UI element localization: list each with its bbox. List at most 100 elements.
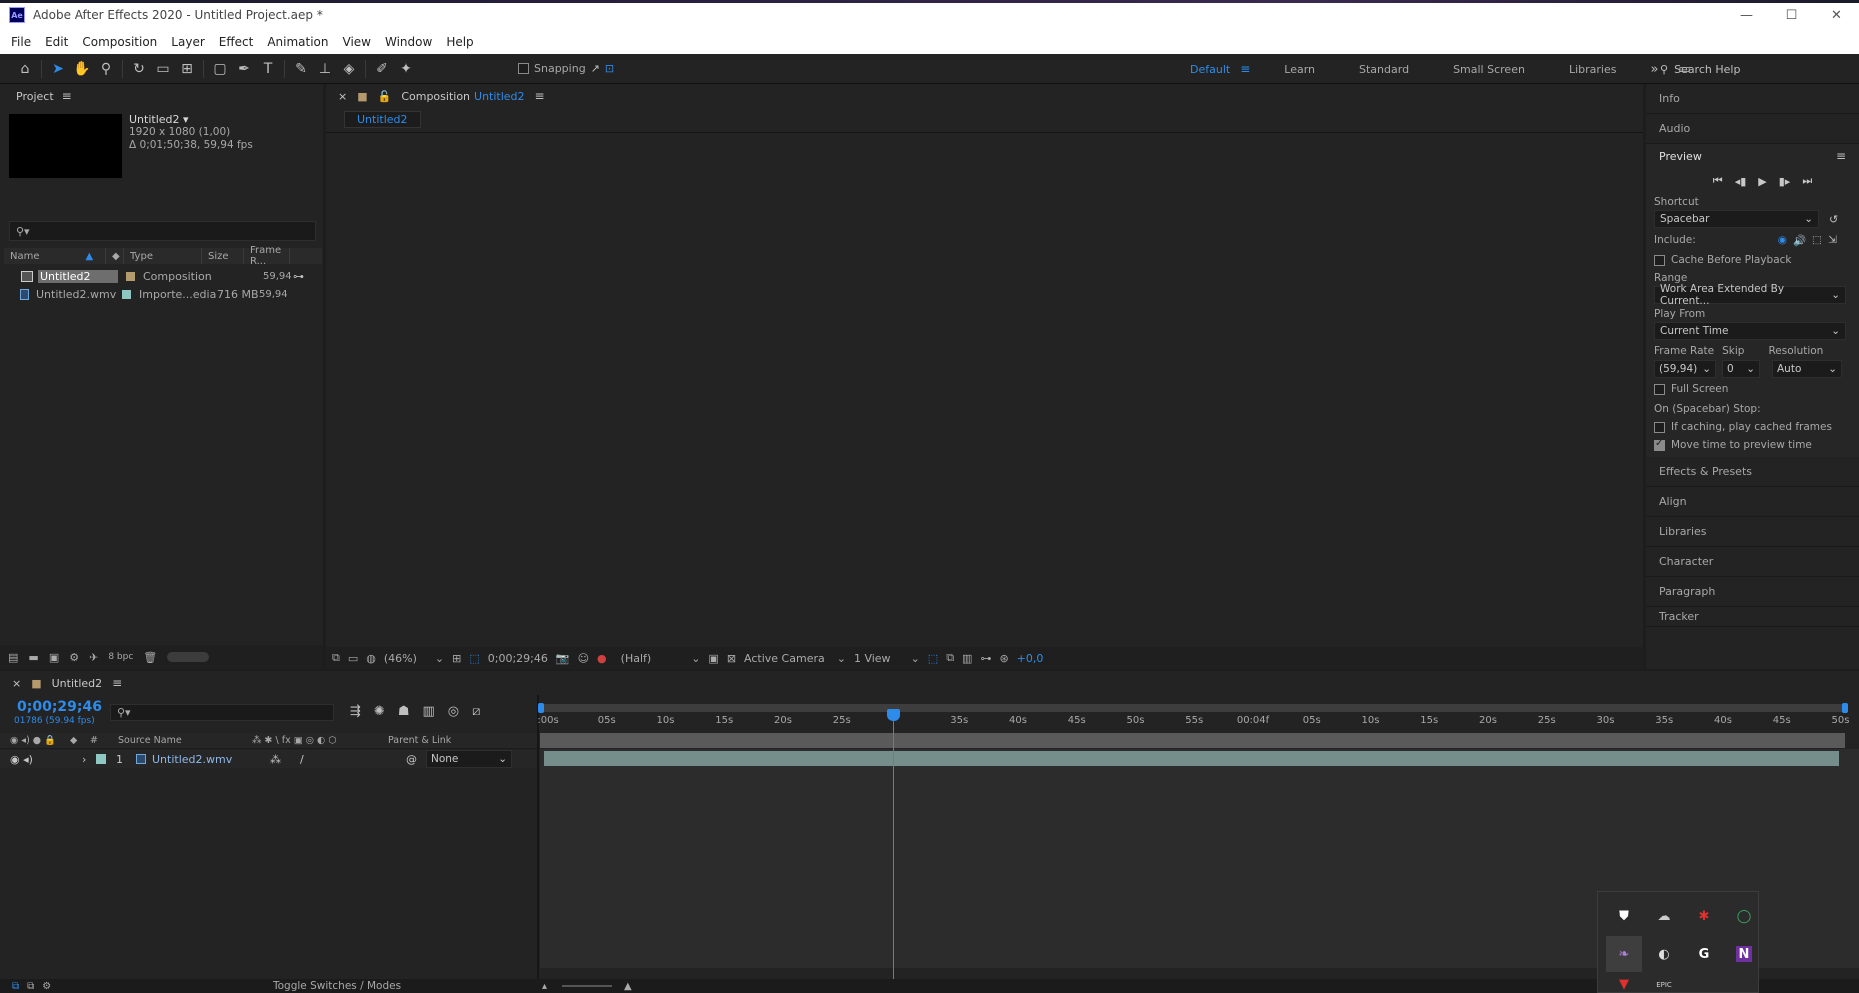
snapping-checkbox[interactable] (518, 63, 529, 74)
current-time-display[interactable]: 0;00;29;46 (17, 699, 102, 715)
rotate-tool-icon[interactable]: ↻ (127, 57, 151, 81)
libraries-tab[interactable]: Libraries (1646, 517, 1859, 547)
display-icon[interactable]: ▭ (348, 652, 358, 665)
project-item-name[interactable]: Untitled2 ▾ (129, 113, 253, 126)
label-swatch[interactable] (122, 289, 131, 299)
layer-name[interactable]: Untitled2.wmv (152, 753, 270, 766)
shortcut-dropdown[interactable]: Spacebar ⌄ (1654, 210, 1819, 228)
exposure-value[interactable]: +0,0 (1017, 652, 1044, 665)
playhead-line[interactable] (893, 715, 894, 993)
cache-before-playback-checkbox[interactable] (1654, 254, 1665, 266)
lock-icon[interactable]: 🔓 (378, 90, 392, 103)
paragraph-tab[interactable]: Paragraph (1646, 577, 1859, 607)
column-frame-rate[interactable]: Frame R... (244, 245, 290, 267)
menu-window[interactable]: Window (378, 35, 439, 49)
home-icon[interactable]: ⌂ (13, 57, 37, 81)
eraser-tool-icon[interactable]: ◈ (337, 57, 361, 81)
graph-editor-icon[interactable]: ⧄ (472, 704, 480, 719)
workspace-small-screen[interactable]: Small Screen (1433, 63, 1549, 76)
pan-behind-tool-icon[interactable]: ⊞ (175, 57, 199, 81)
composition-viewer[interactable] (326, 132, 1643, 644)
clone-stamp-tool-icon[interactable]: ⊥ (313, 57, 337, 81)
timeline-search-input[interactable]: ⚲▾ (110, 704, 334, 721)
navigator-end-handle[interactable] (1842, 703, 1848, 713)
menu-view[interactable]: View (336, 35, 378, 49)
label-column-icon[interactable]: ◆ (106, 248, 124, 264)
timeline-divider[interactable] (537, 695, 539, 993)
search-help-field[interactable]: ⚲ Search Help (1660, 58, 1859, 80)
time-navigator[interactable] (540, 704, 1845, 712)
panel-menu-icon[interactable]: ≡ (1836, 149, 1846, 163)
include-overlays-icon[interactable]: ⬚ (1812, 234, 1822, 246)
feather-icon[interactable]: ❧ (1606, 936, 1642, 972)
workspace-menu-icon[interactable]: ≡ (1240, 62, 1250, 76)
skip-dropdown[interactable]: 0 ⌄ (1722, 360, 1760, 378)
red-bug-icon[interactable]: ✱ (1694, 906, 1714, 926)
cloud-off-icon[interactable]: ☁ (1654, 906, 1674, 926)
preview-title[interactable]: Preview (1659, 150, 1702, 163)
label-column-icon[interactable]: ◆ (70, 735, 90, 746)
new-folder-icon[interactable]: ▬ (28, 651, 38, 664)
pick-whip-icon[interactable]: @ (406, 753, 426, 766)
new-composition-icon[interactable]: ▣ (49, 651, 59, 664)
panel-menu-icon[interactable]: ≡ (62, 89, 72, 103)
interpret-footage-icon[interactable]: ▤ (8, 651, 18, 664)
adjust-project-settings-icon[interactable]: ⚙ (69, 651, 79, 664)
transfer-controls-icon[interactable]: ⧉ (27, 981, 34, 992)
color-channels-icon[interactable]: ● (597, 652, 607, 665)
toggle-switches-modes-button[interactable]: Toggle Switches / Modes (273, 979, 401, 993)
maximize-button[interactable]: ☐ (1769, 0, 1814, 30)
if-caching-checkbox[interactable] (1654, 421, 1665, 433)
epic-icon[interactable]: EPIC (1654, 978, 1674, 992)
menu-animation[interactable]: Animation (260, 35, 335, 49)
reset-icon[interactable]: ↺ (1829, 213, 1838, 226)
column-name[interactable]: Name ▲ (4, 248, 106, 264)
toggle-pixel-aspect-icon[interactable]: ⬚ (928, 652, 938, 665)
current-time-display[interactable]: 0;00;29;46 (488, 652, 548, 665)
green-circle-icon[interactable]: ◯ (1734, 906, 1754, 926)
first-frame-icon[interactable]: ⏮ (1713, 174, 1723, 188)
region-of-interest-icon[interactable]: ▣ (708, 652, 718, 665)
flowchart-icon[interactable]: ⊶ (293, 270, 304, 283)
fit-icon[interactable]: ⊞ (452, 652, 461, 665)
align-tab[interactable]: Align (1646, 487, 1859, 517)
camera-tool-icon[interactable]: ▭ (151, 57, 175, 81)
play-icon[interactable]: ▶ (1758, 175, 1766, 188)
workspace-standard[interactable]: Standard (1339, 63, 1433, 76)
panel-menu-icon[interactable]: ≡ (535, 89, 545, 103)
motion-blur-icon[interactable]: ◎ (448, 704, 459, 719)
menu-file[interactable]: File (4, 35, 38, 49)
brush-tool-icon[interactable]: ✎ (289, 57, 313, 81)
expand-arrow-icon[interactable]: › (82, 753, 92, 766)
column-source-name[interactable]: Source Name (118, 735, 252, 746)
show-snapshot-icon[interactable]: ☺ (578, 652, 589, 665)
column-type[interactable]: Type (124, 248, 202, 264)
render-queue-icon[interactable]: ✈ (89, 651, 98, 664)
menu-composition[interactable]: Composition (75, 35, 164, 49)
project-row-composition[interactable]: Untitled2 Composition 59,94 ⊶ (4, 267, 322, 285)
close-window-button[interactable]: ✕ (1814, 0, 1859, 30)
close-panel-icon[interactable]: × (338, 90, 347, 103)
dark-arc-icon[interactable]: ◐ (1654, 944, 1674, 964)
menu-help[interactable]: Help (439, 35, 480, 49)
puppet-tool-icon[interactable]: ✦ (394, 57, 418, 81)
composition-tab-name[interactable]: Untitled2 (474, 90, 525, 103)
export-icon[interactable]: ⇲ (1828, 234, 1837, 246)
type-tool-icon[interactable]: T (256, 57, 280, 81)
thumbnail-size-slider[interactable] (167, 652, 210, 662)
zoom-tool-icon[interactable]: ⚲ (94, 57, 118, 81)
frame-blending-icon[interactable]: ▥ (422, 704, 434, 719)
move-time-row[interactable]: Move time to preview time (1646, 437, 1859, 457)
mask-visibility-icon[interactable]: ◍ (366, 652, 376, 665)
character-tab[interactable]: Character (1646, 547, 1859, 577)
roto-brush-tool-icon[interactable]: ✐ (370, 57, 394, 81)
shy-layers-icon[interactable]: ☗ (398, 704, 410, 719)
zoom-out-icon[interactable]: ▴ (542, 981, 547, 992)
zoom-dropdown[interactable]: (46%) ⌄ (384, 652, 444, 665)
last-frame-icon[interactable]: ⏭ (1802, 174, 1812, 188)
quality-switch-icon[interactable]: / (300, 753, 406, 766)
navigator-start-handle[interactable] (538, 703, 544, 713)
layer-switches-icon[interactable]: ⧉ (12, 981, 19, 992)
hand-tool-icon[interactable]: ✋ (70, 57, 94, 81)
cache-before-playback-row[interactable]: Cache Before Playback (1646, 250, 1859, 270)
